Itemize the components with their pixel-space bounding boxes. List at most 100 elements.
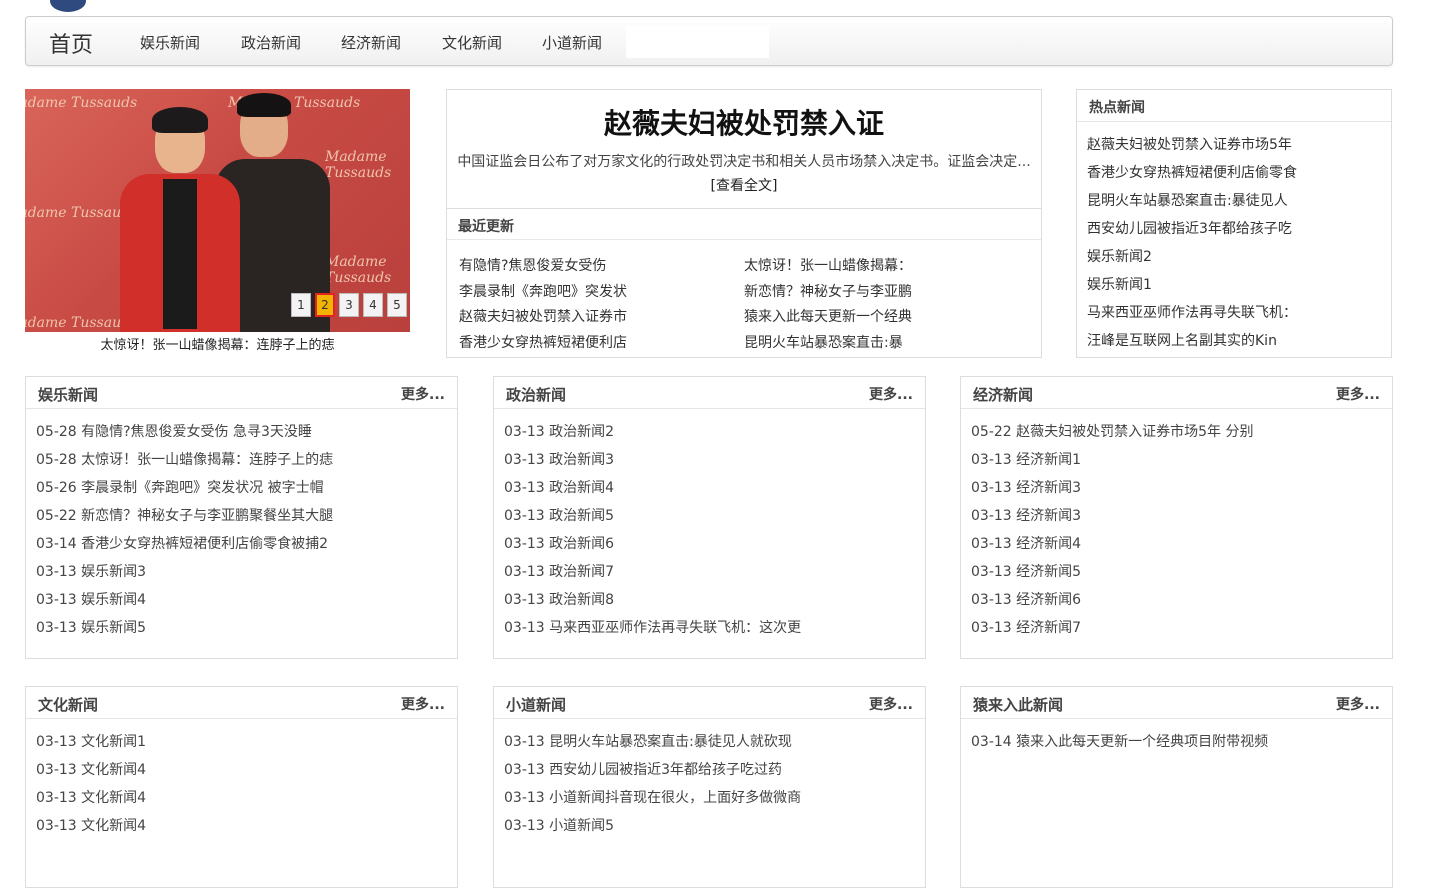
news-item[interactable]: 03-13 娱乐新闻4 — [36, 589, 146, 609]
news-item[interactable]: 03-13 经济新闻1 — [971, 449, 1081, 469]
headline-summary: 中国证监会日公布了对万家文化的行政处罚决定书和相关人员市场禁入决定书。证监会决定… — [457, 150, 1031, 198]
panel-entertainment: 娱乐新闻 更多... 05-28 有隐情?焦恩俊爱女受伤 急寻3天没睡 05-2… — [25, 376, 458, 659]
slider-pager: 1 2 3 4 5 — [291, 293, 407, 317]
news-item[interactable]: 03-13 政治新闻5 — [504, 505, 614, 525]
hot-news-link[interactable]: 娱乐新闻1 — [1087, 274, 1152, 294]
news-item[interactable]: 03-13 经济新闻3 — [971, 477, 1081, 497]
panel-economy: 经济新闻 更多... 05-22 赵薇夫妇被处罚禁入证券市场5年 分别 03-1… — [960, 376, 1393, 659]
hot-news-link[interactable]: 昆明火车站暴恐案直击:暴徒见人 — [1087, 190, 1288, 210]
hot-news-box: 热点新闻 赵薇夫妇被处罚禁入证券市场5年 香港少女穿热裤短裙便利店偷零食 昆明火… — [1076, 89, 1392, 358]
recent-updates-title: 最近更新 — [458, 219, 514, 235]
recent-link[interactable]: 太惊讶！张一山蜡像揭幕： — [744, 255, 912, 275]
news-item[interactable]: 05-28 有隐情?焦恩俊爱女受伤 急寻3天没睡 — [36, 421, 312, 441]
news-item[interactable]: 03-13 西安幼儿园被指近3年都给孩子吃过药 — [504, 759, 782, 779]
slider-dot-1[interactable]: 1 — [291, 293, 311, 317]
news-item[interactable]: 03-13 文化新闻4 — [36, 787, 146, 807]
news-item[interactable]: 05-28 太惊讶！张一山蜡像揭幕：连脖子上的痣 — [36, 449, 333, 469]
news-item[interactable]: 05-22 赵薇夫妇被处罚禁入证券市场5年 分别 — [971, 421, 1254, 441]
more-link[interactable]: 更多... — [1336, 384, 1380, 404]
news-item[interactable]: 03-13 文化新闻4 — [36, 815, 146, 835]
news-item[interactable]: 03-13 马来西亚巫师作法再寻失联飞机：这次更 — [504, 617, 801, 637]
panel-culture: 文化新闻 更多... 03-13 文化新闻1 03-13 文化新闻4 03-13… — [25, 686, 458, 888]
more-link[interactable]: 更多... — [401, 384, 445, 404]
nav-home-link[interactable]: 首页 — [49, 27, 93, 59]
news-item[interactable]: 03-13 娱乐新闻5 — [36, 617, 146, 637]
nav-blank-area — [626, 26, 769, 58]
nav-item-economy[interactable]: 经济新闻 — [341, 32, 401, 53]
recent-link[interactable]: 新恋情？神秘女子与李亚鹏 — [744, 281, 912, 301]
news-item[interactable]: 03-13 政治新闻3 — [504, 449, 614, 469]
news-item[interactable]: 03-13 政治新闻7 — [504, 561, 614, 581]
more-link[interactable]: 更多... — [401, 694, 445, 714]
news-item[interactable]: 03-13 小道新闻抖音现在很火，上面好多做微商 — [504, 787, 801, 807]
recent-link[interactable]: 有隐情?焦恩俊爱女受伤 — [459, 255, 606, 275]
hot-news-link[interactable]: 赵薇夫妇被处罚禁入证券市场5年 — [1087, 134, 1292, 154]
panel-yuanlai: 猿来入此新闻 更多... 03-14 猿来入此每天更新一个经典项目附带视频 — [960, 686, 1393, 888]
hot-news-link[interactable]: 马来西亚巫师作法再寻失联飞机： — [1087, 302, 1297, 322]
figure-right-hair — [237, 93, 291, 117]
hot-news-link[interactable]: 娱乐新闻2 — [1087, 246, 1152, 266]
figure-left-hair — [152, 107, 208, 133]
recent-link[interactable]: 昆明火车站暴恐案直击:暴 — [744, 332, 903, 352]
panel-title: 娱乐新闻 — [38, 386, 99, 404]
hot-news-link[interactable]: 香港少女穿热裤短裙便利店偷零食 — [1087, 162, 1297, 182]
headline-summary-text: 中国证监会日公布了对万家文化的行政处罚决定书和相关人员市场禁入决定书。证监会决定… — [457, 154, 1031, 170]
news-item[interactable]: 03-13 政治新闻4 — [504, 477, 614, 497]
panel-gossip: 小道新闻 更多... 03-13 昆明火车站暴恐案直击:暴徒见人就砍现 03-1… — [493, 686, 926, 888]
read-full-link[interactable]: [查看全文] — [711, 178, 778, 194]
news-item[interactable]: 03-13 昆明火车站暴恐案直击:暴徒见人就砍现 — [504, 731, 792, 751]
nav-item-culture[interactable]: 文化新闻 — [442, 32, 502, 53]
hot-news-link[interactable]: 西安幼儿园被指近3年都给孩子吃 — [1087, 218, 1292, 238]
nav-item-politics[interactable]: 政治新闻 — [241, 32, 301, 53]
slider-caption[interactable]: 太惊讶！张一山蜡像揭幕：连脖子上的痣 — [25, 334, 410, 353]
recent-updates-header: 最近更新 — [447, 208, 1041, 240]
hot-news-header: 热点新闻 — [1077, 90, 1391, 122]
more-link[interactable]: 更多... — [869, 384, 913, 404]
hot-news-title: 热点新闻 — [1089, 100, 1145, 116]
logo-fragment — [50, 0, 86, 12]
nav-item-entertainment[interactable]: 娱乐新闻 — [140, 32, 200, 53]
news-item[interactable]: 03-13 经济新闻3 — [971, 505, 1081, 525]
news-item[interactable]: 03-14 猿来入此每天更新一个经典项目附带视频 — [971, 731, 1268, 751]
panel-header: 小道新闻 更多... — [494, 687, 925, 719]
news-item[interactable]: 03-13 经济新闻7 — [971, 617, 1081, 637]
slider-dot-2-active[interactable]: 2 — [315, 293, 335, 317]
panel-header: 猿来入此新闻 更多... — [961, 687, 1392, 719]
slider-dot-5[interactable]: 5 — [387, 293, 407, 317]
recent-link[interactable]: 香港少女穿热裤短裙便利店 — [459, 332, 627, 352]
news-item[interactable]: 03-13 政治新闻2 — [504, 421, 614, 441]
news-item[interactable]: 03-13 娱乐新闻3 — [36, 561, 146, 581]
panel-header: 经济新闻 更多... — [961, 377, 1392, 409]
recent-link[interactable]: 李晨录制《奔跑吧》突发状 — [459, 281, 627, 301]
watermark-text: Madame Tussauds — [325, 149, 392, 181]
news-item[interactable]: 03-13 政治新闻8 — [504, 589, 614, 609]
more-link[interactable]: 更多... — [869, 694, 913, 714]
news-item[interactable]: 03-13 政治新闻6 — [504, 533, 614, 553]
nav-item-gossip[interactable]: 小道新闻 — [542, 32, 602, 53]
more-link[interactable]: 更多... — [1336, 694, 1380, 714]
news-item[interactable]: 03-13 经济新闻4 — [971, 533, 1081, 553]
image-slider[interactable]: Madame Tussauds Madame Tussauds Madame T… — [25, 89, 410, 332]
hot-news-link[interactable]: 汪峰是互联网上名副其实的Kin — [1087, 330, 1277, 350]
panel-title: 小道新闻 — [506, 696, 567, 714]
news-item[interactable]: 03-14 香港少女穿热裤短裙便利店偷零食被捕2 — [36, 533, 328, 553]
news-item[interactable]: 03-13 小道新闻5 — [504, 815, 614, 835]
news-item[interactable]: 03-13 经济新闻5 — [971, 561, 1081, 581]
panel-header: 政治新闻 更多... — [494, 377, 925, 409]
news-item[interactable]: 03-13 文化新闻1 — [36, 731, 146, 751]
news-item[interactable]: 03-13 经济新闻6 — [971, 589, 1081, 609]
recent-link[interactable]: 猿来入此每天更新一个经典 — [744, 306, 912, 326]
panel-title: 政治新闻 — [506, 386, 567, 404]
news-item[interactable]: 05-22 新恋情？神秘女子与李亚鹏聚餐坐其大腿 — [36, 505, 333, 525]
panel-title: 文化新闻 — [38, 696, 99, 714]
slider-dot-3[interactable]: 3 — [339, 293, 359, 317]
watermark-text: Madame Tussauds — [25, 95, 138, 111]
headline-title[interactable]: 赵薇夫妇被处罚禁入证 — [447, 102, 1041, 142]
news-item[interactable]: 05-26 李晨录制《奔跑吧》突发状况 被字士帽 — [36, 477, 324, 497]
recent-link[interactable]: 赵薇夫妇被处罚禁入证券市 — [459, 306, 627, 326]
panel-header: 娱乐新闻 更多... — [26, 377, 457, 409]
news-item[interactable]: 03-13 文化新闻4 — [36, 759, 146, 779]
watermark-text: Madame Tussauds — [325, 254, 392, 286]
slider-dot-4[interactable]: 4 — [363, 293, 383, 317]
panel-title: 猿来入此新闻 — [973, 696, 1064, 714]
